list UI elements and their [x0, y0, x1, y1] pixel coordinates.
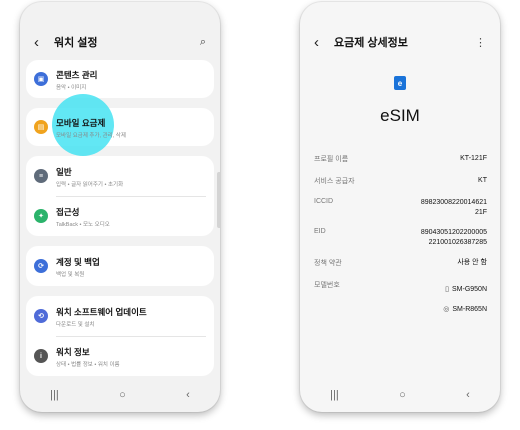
iccid-line-1: 89823008220014621	[420, 199, 487, 206]
settings-item-watch-info[interactable]: i 워치 정보 상태 • 법률 정보 • 워치 이름	[26, 336, 214, 376]
eid-line-1: 89043051202200005	[420, 229, 487, 236]
item-subtitle: 입력 • 글자 읽어주기 • 초기화	[56, 182, 124, 188]
item-subtitle: 다운로드 및 설치	[56, 322, 95, 328]
item-subtitle: 음악 • 이미지	[56, 85, 87, 91]
mobile-plan-icon: ▤	[34, 120, 48, 134]
settings-item-account-backup[interactable]: ⟳ 계정 및 백업 백업 및 복원	[26, 246, 214, 286]
back-arrow-icon[interactable]: ‹	[34, 34, 50, 51]
detail-label: EID	[314, 228, 326, 235]
item-title: 콘텐츠 관리	[56, 70, 98, 80]
scrollbar[interactable]	[217, 172, 220, 228]
more-options-icon[interactable]: ⋮	[475, 36, 486, 49]
recent-apps-icon[interactable]: |||	[50, 389, 59, 401]
info-icon: i	[34, 349, 48, 363]
settings-item-general[interactable]: ≡ 일반 입력 • 글자 읽어주기 • 초기화	[26, 156, 214, 196]
backup-icon: ⟳	[34, 259, 48, 273]
item-subtitle: TalkBack • 모노 오디오	[56, 222, 110, 228]
nav-bar: ||| ○ ‹	[20, 378, 220, 412]
home-icon[interactable]: ○	[119, 389, 126, 401]
item-title: 계정 및 백업	[56, 257, 100, 267]
detail-label: 정책 약관	[314, 260, 342, 267]
watch-device-icon: ◎	[443, 306, 450, 313]
search-icon[interactable]: ⌕	[200, 36, 206, 49]
esim-title: eSIM	[380, 106, 420, 125]
detail-value: ▯ SM-G950N ◎ SM-R865N	[443, 280, 487, 320]
settings-card: ▣ 콘텐츠 관리 음악 • 이미지	[26, 60, 214, 98]
header: ‹ 요금제 상세정보 ⋮	[314, 32, 486, 52]
phone-watch-settings: ‹ 워치 설정 ⌕ ▣ 콘텐츠 관리 음악 • 이미지 ▤ 모바일 요금제 모바…	[20, 2, 220, 412]
recent-apps-icon[interactable]: |||	[330, 389, 339, 401]
item-title: 모바일 요금제	[56, 118, 106, 128]
settings-item-content[interactable]: ▣ 콘텐츠 관리 음악 • 이미지	[26, 60, 214, 98]
item-subtitle: 모바일 요금제 추가, 관리, 삭제	[56, 133, 126, 139]
page-title: 워치 설정	[54, 37, 98, 49]
update-icon: ⟲	[34, 309, 48, 323]
settings-card: ⟲ 워치 소프트웨어 업데이트 다운로드 및 설치 i 워치 정보 상태 • 법…	[26, 296, 214, 376]
detail-value: 89823008220014621 21F	[421, 198, 487, 218]
detail-value: KT	[478, 177, 487, 184]
detail-label: 모델번호	[314, 282, 340, 289]
home-icon[interactable]: ○	[399, 389, 406, 401]
phone-device-icon: ▯	[445, 286, 449, 293]
detail-label: 서비스 공급자	[314, 178, 355, 185]
back-nav-icon[interactable]: ‹	[466, 389, 470, 401]
esim-icon: e	[394, 76, 406, 90]
item-title: 워치 소프트웨어 업데이트	[56, 307, 147, 317]
nav-bar: ||| ○ ‹	[300, 378, 500, 412]
settings-card: ⟳ 계정 및 백업 백업 및 복원	[26, 246, 214, 286]
eid-line-2: 221001026387285	[428, 239, 487, 246]
item-subtitle: 상태 • 법률 정보 • 워치 이름	[56, 362, 120, 368]
item-title: 일반	[56, 167, 72, 177]
accessibility-icon: ✦	[34, 209, 48, 223]
model-phone: SM-G950N	[451, 286, 487, 293]
back-arrow-icon[interactable]: ‹	[314, 34, 330, 51]
detail-value: 사용 안 함	[457, 259, 487, 266]
general-icon: ≡	[34, 169, 48, 183]
settings-item-mobile-plan[interactable]: ▤ 모바일 요금제 모바일 요금제 추가, 관리, 삭제	[26, 108, 214, 146]
detail-value: 89043051202200005 221001026387285	[421, 228, 487, 248]
detail-value: KT-121F	[460, 155, 487, 162]
detail-label: 프로필 이름	[314, 156, 349, 163]
iccid-line-2: 21F	[474, 209, 487, 216]
settings-card: ≡ 일반 입력 • 글자 읽어주기 • 초기화 ✦ 접근성 TalkBack •…	[26, 156, 214, 236]
item-title: 워치 정보	[56, 347, 90, 357]
settings-item-accessibility[interactable]: ✦ 접근성 TalkBack • 모노 오디오	[26, 196, 214, 236]
model-watch: SM-R865N	[452, 306, 487, 313]
item-title: 접근성	[56, 207, 80, 217]
phone-plan-details: ‹ 요금제 상세정보 ⋮ e eSIM 프로필 이름 KT-121F 서비스 공…	[300, 2, 500, 412]
detail-label: ICCID	[314, 198, 334, 205]
settings-item-software-update[interactable]: ⟲ 워치 소프트웨어 업데이트 다운로드 및 설치	[26, 296, 214, 336]
back-nav-icon[interactable]: ‹	[186, 389, 190, 401]
header: ‹ 워치 설정 ⌕	[34, 32, 206, 52]
item-subtitle: 백업 및 복원	[56, 272, 85, 278]
content-manage-icon: ▣	[34, 72, 48, 86]
page-title: 요금제 상세정보	[334, 37, 408, 49]
